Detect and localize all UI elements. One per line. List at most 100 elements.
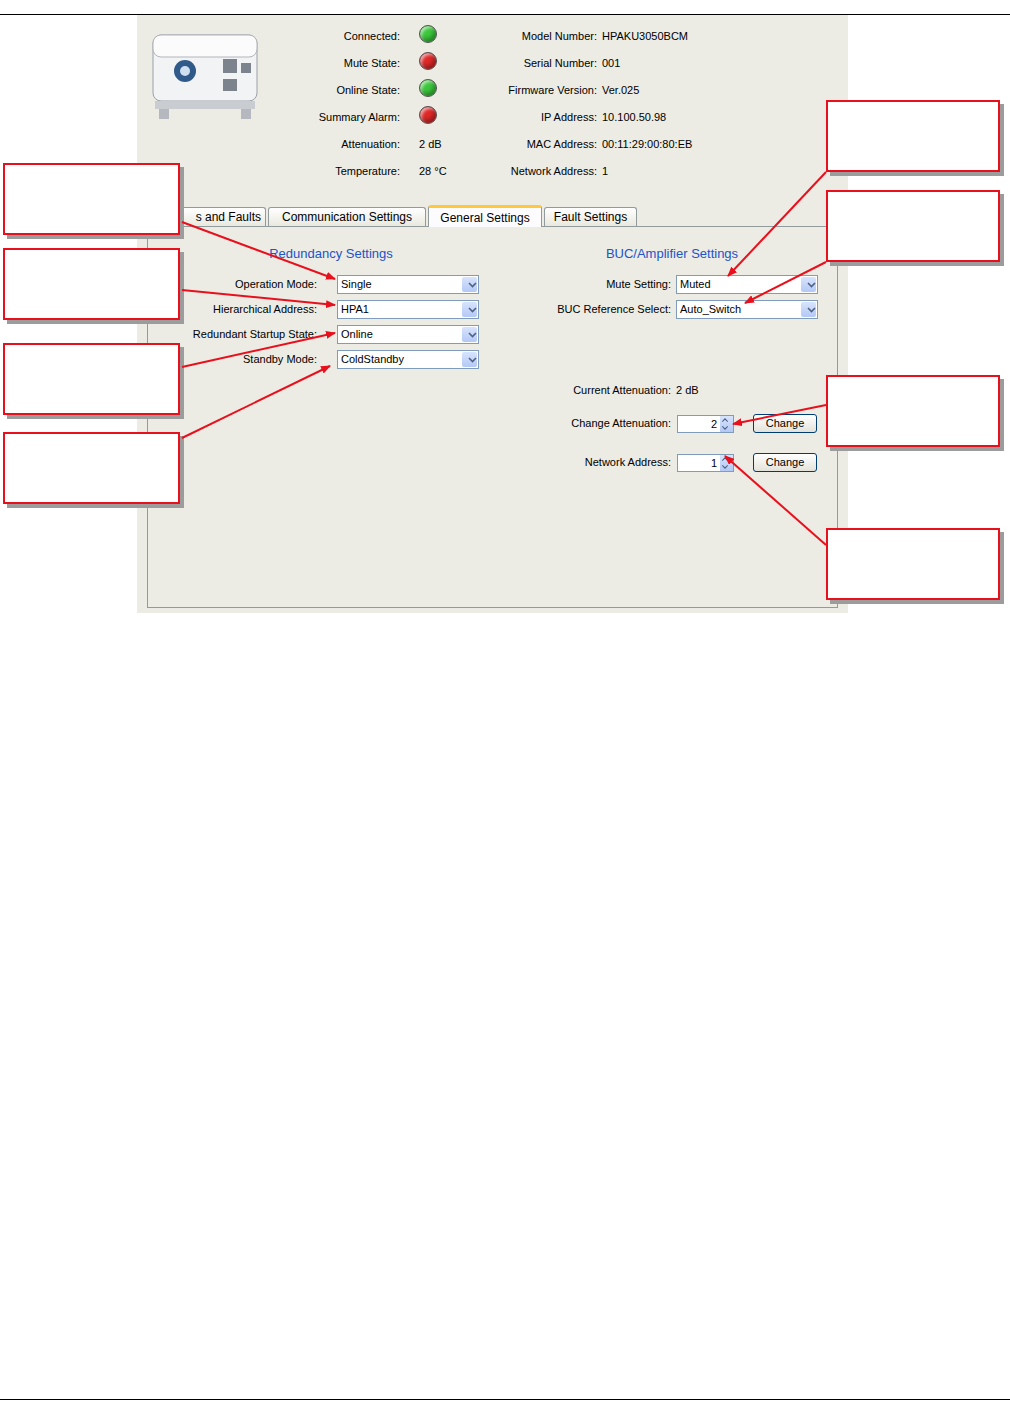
- callout-arrow: [725, 456, 826, 545]
- setting-row: Operation Mode:Single: [148, 272, 514, 297]
- tab-label: General Settings: [440, 209, 529, 227]
- status-value: 28 °C: [419, 163, 499, 180]
- status-label: Mute State:: [265, 55, 400, 72]
- setting-label: Redundant Startup State:: [148, 326, 317, 343]
- spinner-arrows[interactable]: [720, 416, 733, 432]
- status-reading: 28 °C: [419, 165, 447, 177]
- number-spinner[interactable]: 1: [677, 454, 734, 472]
- info-value: 1: [602, 163, 692, 180]
- status-label: Summary Alarm:: [265, 109, 400, 126]
- setting-dropdown[interactable]: Auto_Switch: [676, 300, 818, 319]
- callout-arrow: [182, 290, 335, 305]
- spinner-row: Change Attenuation:2Change: [514, 411, 830, 436]
- status-led-icon: [419, 25, 437, 43]
- setting-dropdown[interactable]: Online: [337, 325, 479, 344]
- info-value: 001: [602, 55, 692, 72]
- dropdown-value: Online: [338, 326, 373, 343]
- amplifier-section: BUC/Amplifier SettingsMute Setting:Muted…: [514, 227, 830, 607]
- setting-dropdown[interactable]: HPA1: [337, 300, 479, 319]
- dropdown-button[interactable]: [462, 277, 477, 292]
- status-panel: Connected:Mute State:Online State:Summar…: [265, 23, 499, 204]
- device-header: Connected:Mute State:Online State:Summar…: [137, 15, 848, 204]
- setting-label: Mute Setting:: [514, 276, 671, 293]
- callout-arrow: [728, 172, 826, 276]
- callout-box: [826, 100, 1000, 172]
- status-label: Online State:: [265, 82, 400, 99]
- status-label: Attenuation:: [265, 136, 400, 153]
- header-rule: [0, 0, 1010, 15]
- device-info: Model Number: HPAKU3050BCM Serial Number: 0…: [505, 23, 692, 204]
- change-button[interactable]: Change: [753, 453, 817, 472]
- current-attenuation-row: Current Attenuation:2 dB: [514, 378, 830, 403]
- footer-rule: [0, 1399, 1010, 1405]
- redundancy-section: Redundancy SettingsOperation Mode:Single…: [148, 227, 514, 607]
- status-value: [419, 106, 499, 129]
- chevron-down-icon: [465, 357, 477, 363]
- callout-box: [3, 163, 180, 235]
- info-value: Ver.025: [602, 82, 692, 99]
- status-value: [419, 25, 499, 48]
- setting-row: Redundant Startup State: Online: [148, 322, 514, 347]
- setting-row: Mute Setting: Muted: [514, 272, 830, 297]
- setting-row: BUC Reference Select: Auto_Switch: [514, 297, 830, 322]
- status-led-icon: [419, 79, 437, 97]
- setting-label: Current Attenuation:: [514, 382, 671, 399]
- info-label: Model Number:: [505, 28, 597, 45]
- dropdown-value: Auto_Switch: [677, 301, 741, 318]
- status-reading: 2 dB: [419, 138, 442, 150]
- chevron-down-icon: [465, 332, 477, 338]
- status-value: 2 dB: [419, 136, 499, 153]
- chevron-down-icon: [804, 282, 816, 288]
- dropdown-button[interactable]: [801, 277, 816, 292]
- dropdown-value: Muted: [677, 276, 711, 293]
- callout-arrow: [745, 262, 826, 303]
- info-label: Firmware Version:: [505, 82, 597, 99]
- arrow-up-icon: [720, 416, 733, 424]
- callout-arrow: [182, 333, 335, 367]
- setting-dropdown[interactable]: ColdStandby: [337, 350, 479, 369]
- settings-tab[interactable]: Fault Settings: [544, 207, 637, 226]
- dropdown-value: ColdStandby: [338, 351, 404, 368]
- callout-box: [826, 190, 1000, 262]
- arrow-down-icon: [720, 424, 733, 432]
- setting-label: Network Address:: [514, 454, 671, 471]
- callout-box: [826, 375, 1000, 447]
- chevron-down-icon: [465, 282, 477, 288]
- chevron-down-icon: [804, 307, 816, 313]
- dropdown-button[interactable]: [462, 302, 477, 317]
- info-value: 00:11:29:00:80:EB: [602, 136, 692, 153]
- info-label: IP Address:: [505, 109, 597, 126]
- dropdown-button[interactable]: [801, 302, 816, 317]
- info-label: Serial Number:: [505, 55, 597, 72]
- setting-row: Hierarchical Address:HPA1: [148, 297, 514, 322]
- tab-label: Fault Settings: [554, 208, 627, 226]
- callout-arrow: [182, 366, 330, 438]
- spinner-row: Network Address: 1 Change: [514, 450, 830, 475]
- spinner-value: 1: [678, 455, 720, 471]
- general-settings-panel: Redundancy SettingsOperation Mode:Single…: [147, 226, 838, 608]
- settings-tab[interactable]: Communication Settings: [268, 207, 426, 226]
- spinner-arrows[interactable]: [720, 455, 733, 471]
- setting-dropdown[interactable]: Muted: [676, 275, 818, 294]
- status-value: [419, 79, 499, 102]
- setting-label: BUC Reference Select:: [514, 301, 671, 318]
- callout-arrow: [182, 222, 335, 279]
- settings-tab[interactable]: General Settings: [428, 205, 542, 227]
- number-spinner[interactable]: 2: [677, 415, 734, 433]
- status-label: Temperature:: [265, 163, 400, 180]
- status-led-icon: [419, 106, 437, 124]
- change-button[interactable]: Change: [753, 414, 817, 433]
- dropdown-value: Single: [338, 276, 372, 293]
- dropdown-button[interactable]: [462, 352, 477, 367]
- spinner-value: 2: [678, 416, 720, 432]
- tab-label: Communication Settings: [282, 208, 412, 226]
- dropdown-button[interactable]: [462, 327, 477, 342]
- callout-box: [3, 248, 180, 320]
- tab-label: s and Faults: [196, 208, 261, 226]
- info-value: 10.100.50.98: [602, 109, 692, 126]
- setting-dropdown[interactable]: Single: [337, 275, 479, 294]
- callout-box: [826, 528, 1000, 600]
- manual-page: Connected:Mute State:Online State:Summar…: [0, 0, 1010, 1405]
- setting-row: Standby Mode:ColdStandby: [148, 347, 514, 372]
- info-value: HPAKU3050BCM: [602, 28, 692, 45]
